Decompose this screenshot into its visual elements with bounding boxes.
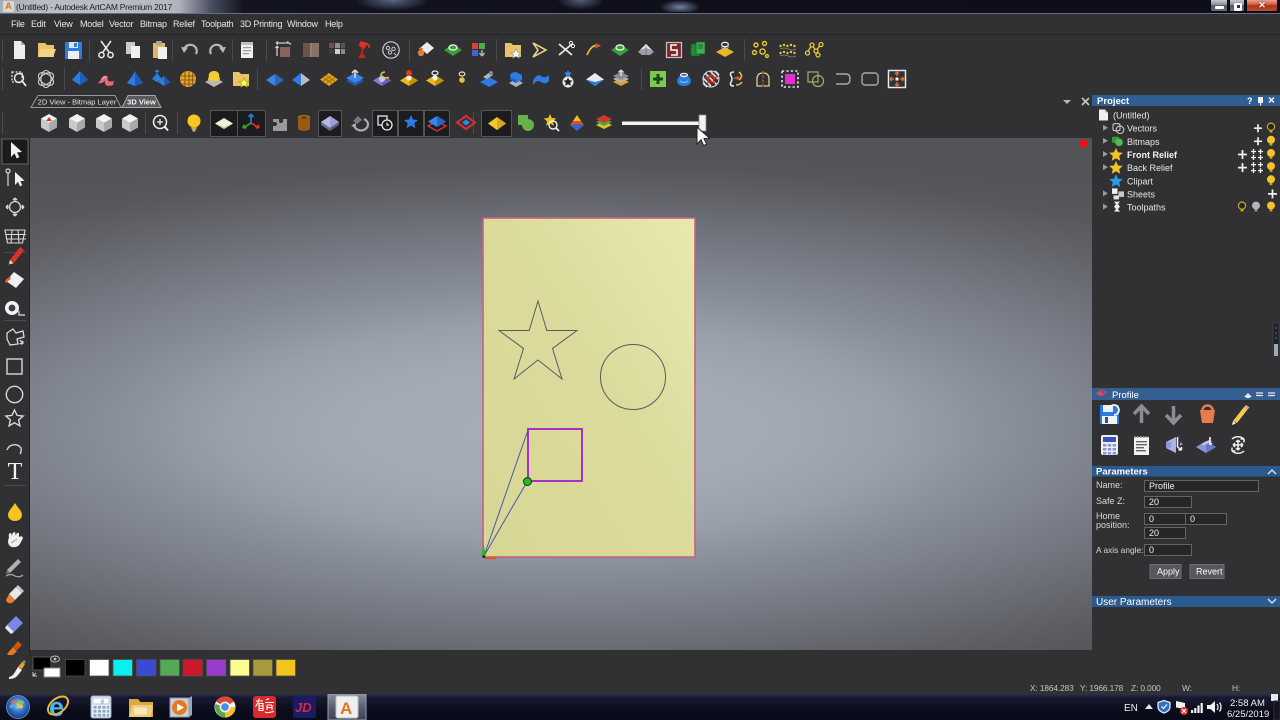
- svg-text:Profile: Profile: [1149, 481, 1175, 491]
- svg-text:0: 0: [1149, 545, 1154, 555]
- svg-text:Front Relief: Front Relief: [1127, 150, 1178, 160]
- svg-text:Back Relief: Back Relief: [1127, 163, 1173, 173]
- svg-text:3D View: 3D View: [127, 98, 156, 107]
- svg-text:Project: Project: [1097, 96, 1130, 107]
- svg-text:20: 20: [1149, 497, 1159, 507]
- svg-text:2D View - Bitmap Layer: 2D View - Bitmap Layer: [38, 98, 117, 107]
- svg-text:T: T: [8, 459, 23, 485]
- svg-text:(Untitled): (Untitled): [1113, 111, 1150, 121]
- svg-text:2:58 AM: 2:58 AM: [1230, 698, 1265, 709]
- svg-text:Name:: Name:: [1096, 480, 1123, 490]
- svg-text:0: 0: [1149, 514, 1154, 524]
- svg-text:Clipart: Clipart: [1127, 176, 1154, 186]
- svg-text:Bitmaps: Bitmaps: [1127, 137, 1160, 147]
- svg-text:Parameters: Parameters: [1096, 467, 1148, 478]
- svg-text:EN: EN: [1124, 703, 1138, 714]
- svg-text:Revert: Revert: [1196, 567, 1223, 577]
- svg-text:Apply: Apply: [1157, 567, 1180, 577]
- svg-text:Safe Z:: Safe Z:: [1096, 496, 1125, 506]
- svg-text:JD: JD: [295, 700, 312, 715]
- svg-text:?: ?: [1247, 96, 1253, 106]
- svg-text:6/25/2019: 6/25/2019: [1227, 709, 1269, 720]
- svg-text:Vectors: Vectors: [1127, 124, 1158, 134]
- svg-text:Profile: Profile: [1112, 390, 1139, 401]
- svg-text:Toolpaths: Toolpaths: [1127, 203, 1166, 213]
- svg-text:0: 0: [1190, 514, 1195, 524]
- svg-text:8: 8: [101, 700, 104, 706]
- svg-text:A axis angle:: A axis angle:: [1096, 545, 1144, 555]
- svg-text:Sheets: Sheets: [1127, 189, 1156, 199]
- svg-text:A: A: [340, 699, 352, 718]
- svg-text:User Parameters: User Parameters: [1096, 597, 1172, 608]
- svg-text:20: 20: [1149, 528, 1159, 538]
- svg-text:position:: position:: [1096, 520, 1130, 530]
